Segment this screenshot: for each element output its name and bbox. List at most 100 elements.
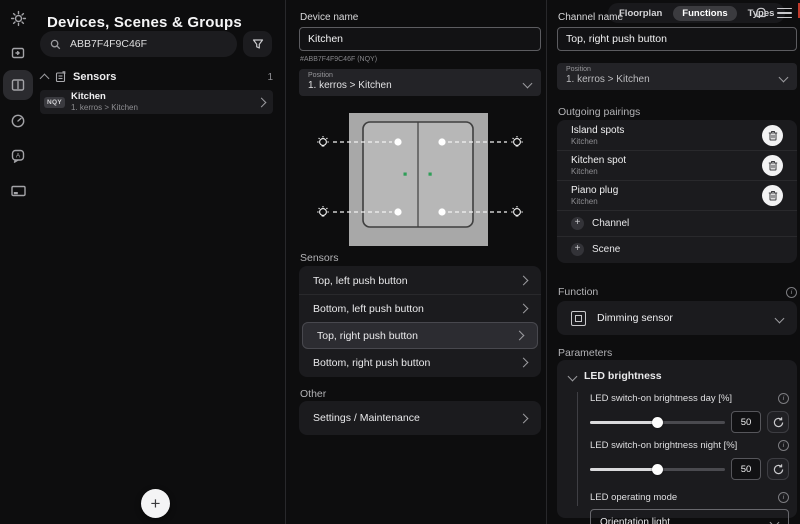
- pairing-name: Piano plug: [571, 185, 618, 197]
- channel-position-dropdown[interactable]: Position 1. kerros > Kitchen: [557, 63, 797, 90]
- gear-icon: [10, 10, 27, 27]
- brightness-day-value-input[interactable]: [731, 411, 761, 433]
- pairing-row-kitchen-spot[interactable]: Kitchen spot Kitchen: [557, 150, 797, 180]
- brightness-day-slider[interactable]: [590, 416, 725, 428]
- chevron-down-icon: [770, 518, 780, 524]
- position-value: 1. kerros > Kitchen: [566, 74, 788, 85]
- chevron-right-icon: [519, 358, 529, 368]
- sensor-item-bottom-right[interactable]: Bottom, right push button: [299, 349, 541, 376]
- devices-nav-button[interactable]: [3, 70, 33, 100]
- settings-item-label: Settings / Maintenance: [313, 412, 420, 424]
- svg-text:A: A: [16, 153, 21, 160]
- pairing-row-island-spots[interactable]: Island spots Kitchen: [557, 121, 797, 150]
- panel-divider-right: [546, 0, 547, 524]
- pairing-name: Kitchen spot: [571, 155, 626, 167]
- sensor-item-top-right-selected[interactable]: Top, right push button: [302, 322, 538, 349]
- channel-name-input[interactable]: [557, 27, 797, 51]
- search-input[interactable]: [68, 37, 222, 51]
- position-label: Position: [308, 72, 532, 79]
- remove-pairing-button[interactable]: [762, 185, 783, 206]
- info-icon[interactable]: i: [778, 492, 789, 503]
- channel-name-label: Channel name: [558, 12, 623, 23]
- app-window: A Devices, Scenes & Groups: [0, 0, 800, 524]
- sensors-group-header[interactable]: Sensors 1: [41, 71, 273, 83]
- collapse-chevron-icon[interactable]: [40, 74, 50, 84]
- param-label: LED switch-on brightness day [%]: [590, 393, 732, 404]
- led-brightness-group-toggle[interactable]: LED brightness: [565, 368, 789, 386]
- chevron-right-icon: [519, 413, 529, 423]
- function-dropdown[interactable]: Dimming sensor: [557, 301, 797, 335]
- position-value: 1. kerros > Kitchen: [308, 80, 532, 91]
- param-group-label: LED brightness: [584, 370, 662, 382]
- menu-icon: [777, 8, 792, 19]
- led-mode-label: LED operating mode: [590, 492, 677, 503]
- info-icon[interactable]: i: [786, 287, 797, 298]
- main-menu-button[interactable]: [776, 7, 792, 19]
- pairing-location: Kitchen: [571, 137, 624, 147]
- parameters-section-label: Parameters: [558, 347, 612, 359]
- settings-maintenance-item[interactable]: Settings / Maintenance: [299, 401, 541, 435]
- panel-icon: [10, 184, 27, 198]
- sensors-group-label: Sensors: [73, 71, 116, 83]
- search-box[interactable]: [40, 31, 237, 57]
- add-device-fab[interactable]: +: [141, 489, 170, 518]
- page-title: Devices, Scenes & Groups: [47, 14, 242, 31]
- add-channel-label: Channel: [592, 218, 629, 229]
- pairing-location: Kitchen: [571, 197, 618, 207]
- filter-button[interactable]: [243, 31, 272, 57]
- position-label: Position: [566, 66, 788, 73]
- device-item-title: Kitchen: [71, 92, 138, 103]
- panel-nav-button[interactable]: [3, 176, 33, 206]
- pairing-row-piano-plug[interactable]: Piano plug Kitchen: [557, 180, 797, 210]
- device-list-item-kitchen[interactable]: NQY Kitchen 1. kerros > Kitchen: [40, 90, 273, 114]
- device-type-badge: NQY: [44, 97, 65, 108]
- pairings-card: Island spots Kitchen Kitchen spot Kitche…: [557, 120, 797, 263]
- sensor-item-label: Top, left push button: [313, 275, 408, 287]
- sensors-section-label: Sensors: [300, 252, 339, 264]
- param-brightness-night: LED switch-on brightness night [%] i: [590, 440, 789, 480]
- reset-default-button[interactable]: [767, 411, 789, 433]
- automation-nav-button[interactable]: A: [3, 141, 33, 171]
- panel-divider-left: [285, 0, 286, 524]
- filter-icon: [252, 38, 264, 50]
- settings-card: Settings / Maintenance: [299, 401, 541, 435]
- status-nav-button[interactable]: [3, 106, 33, 136]
- remove-pairing-button[interactable]: [762, 125, 783, 146]
- parameters-card: LED brightness LED switch-on brightness …: [557, 360, 797, 518]
- brightness-night-slider[interactable]: [590, 463, 725, 475]
- dimming-sensor-icon: [571, 311, 586, 326]
- pairing-location: Kitchen: [571, 167, 626, 177]
- function-section-header: Function i: [558, 286, 797, 298]
- sensor-item-label: Top, right push button: [317, 330, 418, 342]
- settings-nav-button[interactable]: [3, 3, 33, 33]
- slider-thumb[interactable]: [652, 464, 663, 475]
- reset-default-button[interactable]: [767, 458, 789, 480]
- devices-icon: [10, 77, 26, 93]
- tab-functions[interactable]: Functions: [673, 6, 736, 21]
- info-icon[interactable]: i: [778, 393, 789, 404]
- notifications-button[interactable]: [753, 5, 769, 21]
- remove-pairing-button[interactable]: [762, 155, 783, 176]
- add-scene-button[interactable]: + Scene: [557, 236, 797, 262]
- param-label: LED switch-on brightness night [%]: [590, 440, 737, 451]
- device-name-input[interactable]: [299, 27, 541, 51]
- sensor-item-bottom-left[interactable]: Bottom, left push button: [299, 294, 541, 322]
- sensor-item-label: Bottom, left push button: [313, 303, 424, 315]
- device-figure: [299, 106, 541, 250]
- sensor-item-top-left[interactable]: Top, left push button: [299, 267, 541, 294]
- info-icon[interactable]: i: [778, 440, 789, 451]
- automation-icon: A: [10, 148, 26, 164]
- led-mode-dropdown[interactable]: Orientation light: [590, 509, 789, 524]
- device-item-texts: Kitchen 1. kerros > Kitchen: [71, 92, 138, 112]
- chevron-right-icon: [519, 276, 529, 286]
- floorplan-nav-button[interactable]: [3, 38, 33, 68]
- sensors-group-count: 1: [267, 72, 273, 83]
- add-scene-label: Scene: [592, 244, 620, 255]
- led-mode-value: Orientation light: [600, 517, 670, 524]
- slider-thumb[interactable]: [652, 417, 663, 428]
- pairing-name: Island spots: [571, 125, 624, 137]
- chevron-right-icon: [257, 97, 267, 107]
- add-channel-button[interactable]: + Channel: [557, 210, 797, 236]
- device-position-dropdown[interactable]: Position 1. kerros > Kitchen: [299, 69, 541, 96]
- brightness-night-value-input[interactable]: [731, 458, 761, 480]
